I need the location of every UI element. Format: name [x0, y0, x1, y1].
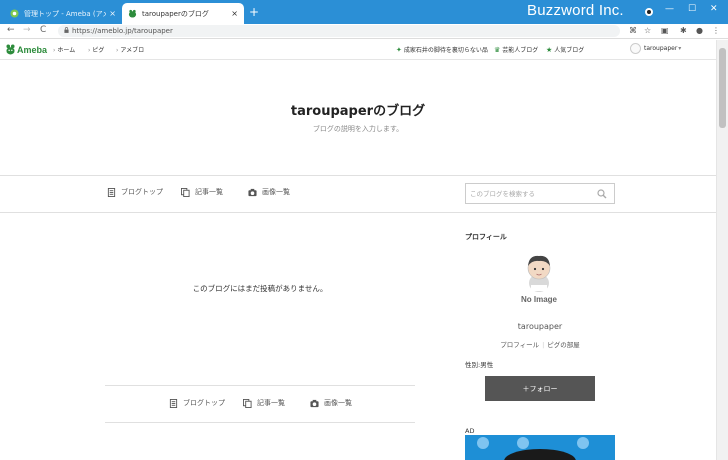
tab-close-icon[interactable]: × — [109, 9, 116, 18]
link-celebrity-blogs[interactable]: ♛ 芸能人ブログ — [494, 45, 539, 55]
blognav-articles[interactable]: 記事一覧 — [181, 187, 223, 197]
url-text: https://ameblo.jp/taroupaper — [72, 27, 173, 35]
bottomnav-top-label: ブログトップ — [183, 399, 225, 407]
empty-posts-message: このブログにはまだ投稿がありません。 — [192, 284, 328, 293]
tab-close-icon[interactable]: × — [231, 9, 238, 18]
blog-title[interactable]: taroupaperのブログ — [0, 100, 716, 119]
bottomnav-articles-label: 記事一覧 — [257, 399, 285, 407]
profile-link[interactable]: プロフィール — [500, 341, 539, 349]
chevron-right-icon: › — [116, 47, 119, 54]
ameba-logo[interactable]: Ameba — [6, 44, 47, 55]
blog-description: ブログの説明を入力します。 — [312, 125, 404, 133]
link-popular-label: 人気ブログ — [554, 47, 585, 54]
ad-banner[interactable] — [465, 435, 615, 460]
puzzle-icon[interactable]: ✱ — [680, 26, 687, 35]
tab-label: taroupaperのブログ — [142, 9, 209, 18]
tab-label: 管理トップ - Ameba (アメーバ) — [24, 9, 107, 18]
copy-icon — [243, 398, 252, 408]
bottomnav-images-label: 画像一覧 — [324, 399, 352, 407]
bottomnav-articles[interactable]: 記事一覧 — [243, 398, 285, 408]
extension-icon[interactable]: ⌘ — [629, 26, 637, 35]
camera-icon — [310, 399, 319, 407]
menu-icon[interactable]: ⋮ — [712, 26, 720, 35]
close-window-button[interactable]: ✕ — [710, 4, 718, 14]
camera-icon — [248, 188, 257, 196]
minimize-button[interactable]: — — [665, 4, 674, 14]
link-promo-label: 成家石井の脚待を裏切らない品 — [403, 47, 488, 54]
link-separator: | — [542, 341, 545, 349]
document-icon — [169, 398, 178, 408]
blognav-top[interactable]: ブログトップ — [107, 187, 163, 197]
blognav-images-label: 画像一覧 — [262, 188, 290, 196]
avatar — [630, 43, 641, 54]
link-celebrity-label: 芸能人ブログ — [502, 47, 539, 54]
document-icon — [107, 187, 116, 197]
crown-icon: ♛ — [494, 45, 501, 54]
gender-label: 性別:男性 — [465, 361, 494, 369]
ameba-logo-icon — [6, 44, 15, 55]
user-menu[interactable]: taroupaper ▾ — [630, 43, 681, 54]
capture-icon[interactable]: ▣ — [661, 26, 669, 35]
no-image-text: No Image — [521, 295, 558, 304]
chevron-right-icon: › — [88, 47, 91, 54]
record-icon — [645, 8, 653, 16]
address-bar: ← → C https://ameblo.jp/taroupaper ⌘ ☆ ▣… — [0, 24, 728, 39]
ad-label: AD — [465, 427, 475, 435]
ad-banner-art — [465, 435, 615, 460]
link-promo[interactable]: ✦ 成家石井の脚待を裏切らない品 — [396, 45, 488, 55]
ameba-logo-text: Ameba — [17, 44, 48, 55]
nav-home[interactable]: › ホーム — [53, 45, 75, 54]
tab-blog[interactable]: taroupaperのブログ × — [122, 3, 244, 24]
forward-button[interactable]: → — [23, 25, 31, 35]
blog-search[interactable] — [465, 183, 615, 204]
divider — [105, 422, 415, 423]
star-icon: ★ — [546, 45, 553, 54]
copy-icon — [181, 187, 190, 197]
scrollbar-thumb[interactable] — [719, 48, 726, 128]
new-tab-button[interactable]: + — [249, 5, 259, 19]
url-field[interactable]: https://ameblo.jp/taroupaper — [58, 25, 620, 37]
no-image-avatar[interactable]: No Image — [515, 250, 563, 308]
ameba-favicon-icon — [10, 9, 19, 18]
tab-admin-top[interactable]: 管理トップ - Ameba (アメーバ) × — [4, 3, 122, 24]
back-button[interactable]: ← — [7, 25, 15, 35]
profile-icon[interactable]: ● — [696, 26, 703, 35]
nav-ameblo-label: アメブロ — [120, 47, 145, 54]
pigg-room-link[interactable]: ピグの部屋 — [547, 341, 580, 349]
reload-button[interactable]: C — [40, 25, 46, 35]
user-name: taroupaper — [644, 45, 678, 52]
link-popular-blogs[interactable]: ★ 人気ブログ — [546, 45, 585, 55]
bottomnav-images[interactable]: 画像一覧 — [310, 398, 352, 408]
follow-button[interactable]: ＋フォロー — [485, 376, 595, 401]
nav-pigg-label: ピグ — [92, 47, 105, 54]
divider — [105, 385, 415, 386]
bottomnav-top[interactable]: ブログトップ — [169, 398, 225, 408]
browser-titlebar: 管理トップ - Ameba (アメーバ) × taroupaperのブログ × … — [0, 0, 728, 24]
nav-ameblo[interactable]: › アメブロ — [116, 45, 144, 54]
chevron-down-icon: ▾ — [678, 45, 682, 52]
blog-search-input[interactable] — [470, 187, 595, 200]
nav-pigg[interactable]: › ピグ — [88, 45, 104, 54]
window-title-overlay: Buzzword Inc. — [527, 2, 624, 19]
ameba-header: Ameba › ホーム › ピグ › アメブロ ✦ 成家石井の脚待を裏切らない品 ♛ 芸能… — [0, 40, 716, 60]
blognav-articles-label: 記事一覧 — [195, 188, 223, 196]
profile-name[interactable]: taroupaper — [465, 322, 615, 331]
sparkle-icon: ✦ — [396, 45, 402, 54]
profile-links: プロフィール | ピグの部屋 — [465, 339, 615, 349]
lock-icon — [64, 27, 69, 33]
blognav-top-label: ブログトップ — [121, 188, 163, 196]
blognav-images[interactable]: 画像一覧 — [248, 187, 290, 197]
profile-heading: プロフィール — [465, 233, 507, 241]
ameba-favicon-icon — [128, 9, 137, 18]
bookmark-star-icon[interactable]: ☆ — [644, 26, 651, 35]
nav-home-label: ホーム — [57, 47, 76, 54]
divider — [0, 175, 716, 176]
divider — [0, 212, 716, 213]
search-icon[interactable] — [597, 189, 607, 199]
maximize-button[interactable]: ☐ — [688, 4, 696, 14]
chevron-right-icon: › — [53, 47, 56, 54]
page-scrollbar[interactable] — [716, 40, 728, 460]
